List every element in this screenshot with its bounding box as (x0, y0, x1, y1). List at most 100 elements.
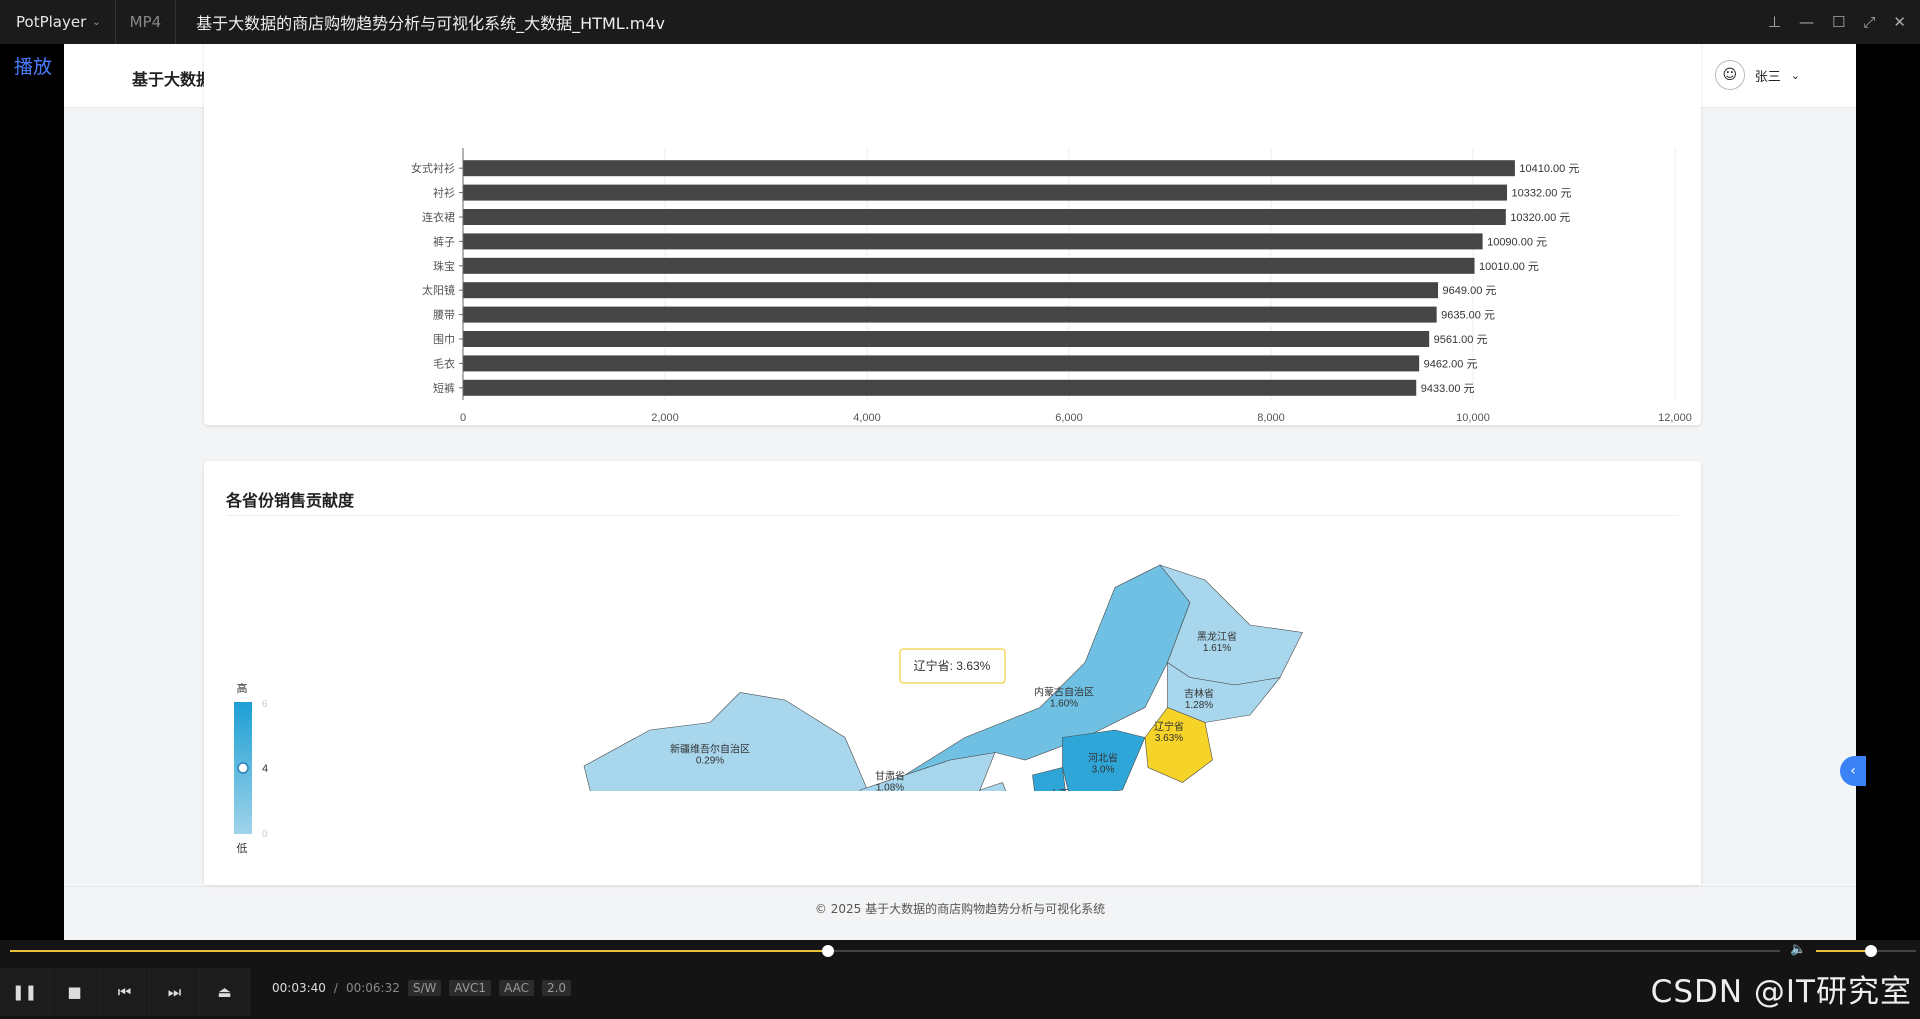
map-clip-mask (204, 791, 1701, 885)
chevron-left-icon: ‹ (1850, 763, 1856, 779)
right-black-strip (1856, 44, 1920, 940)
player-controls: 🔈 ❚❚ ■ ⏮ ⏭ ⏏ 00:03:40 / 00:06:32 S/W AVC… (0, 940, 1920, 1019)
visual-map-legend[interactable]: 高 6 4 0 低 (234, 681, 268, 855)
bar[interactable] (463, 160, 1515, 177)
codec-tag[interactable]: AVC1 (449, 980, 492, 996)
previous-icon: ⏮ (117, 983, 132, 1001)
bar[interactable] (463, 257, 1475, 274)
maximize-icon[interactable]: ☐ (1832, 13, 1845, 31)
category-label: 连衣裙 (422, 210, 455, 224)
legend-current-value: 4 (262, 763, 268, 775)
eject-button[interactable]: ⏏ (200, 968, 250, 1016)
x-tick-label: 10,000 (1456, 412, 1490, 424)
category-label: 毛衣 (433, 356, 455, 370)
bar-value-label: 10410.00 元 (1519, 163, 1579, 175)
bar-value-label: 10010.00 元 (1479, 261, 1539, 273)
bar[interactable] (463, 184, 1508, 201)
time-info: 00:03:40 / 00:06:32 S/W AVC1 AAC 2.0 (272, 980, 572, 996)
user-menu[interactable]: ☺ 张三 ⌄ (1714, 60, 1800, 90)
stop-button[interactable]: ■ (50, 968, 100, 1016)
province-name: 新疆维吾尔自治区 (670, 743, 750, 756)
province-name: 辽宁省 (1154, 720, 1184, 733)
category-label: 太阳镜 (422, 283, 455, 297)
seek-bar-fill (10, 950, 828, 952)
province-name: 内蒙古自治区 (1034, 686, 1094, 699)
bar-value-label: 10320.00 元 (1510, 212, 1570, 224)
divider (64, 886, 1856, 887)
pause-button[interactable]: ❚❚ (0, 968, 50, 1016)
bar[interactable] (463, 306, 1437, 323)
bar-chart: 0 2,000 4,000 6,000 8,000 10,000 12,000 女式衬衫 104… (411, 148, 1692, 424)
pin-icon[interactable]: ⊥ (1768, 13, 1781, 31)
province-shape[interactable] (1159, 564, 1303, 686)
user-name: 张三 (1754, 69, 1781, 85)
bar[interactable] (463, 355, 1420, 372)
province-value: 1.60% (1050, 699, 1078, 710)
bar-value-label: 9433.00 元 (1421, 383, 1475, 395)
seek-bar[interactable] (10, 945, 1780, 957)
province-河北省[interactable]: 河北省3.0% (1062, 729, 1146, 798)
codec-tag[interactable]: 2.0 (541, 980, 572, 996)
previous-button[interactable]: ⏮ (100, 968, 150, 1016)
bar-value-label: 9649.00 元 (1443, 285, 1497, 297)
bar-value-label: 9635.00 元 (1441, 310, 1495, 322)
province-value: 1.28% (1185, 700, 1213, 711)
province-value: 0.29% (696, 756, 724, 767)
volume-slider[interactable] (1816, 945, 1916, 957)
codec-tag[interactable]: AAC (499, 980, 534, 996)
web-page: 基于大数据的商店购物趋势分析与可视化系统 ⌂首页≡商店购物趋势数据◔消费行为分析… (64, 44, 1856, 940)
province-map-card: 各省份销售贡献度 新疆维吾尔自治区0.29%西藏自治区0.15%青海省1.10%… (204, 461, 1701, 885)
side-collapse-button[interactable]: ‹ (1840, 756, 1866, 786)
legend-low-label: 低 (237, 842, 248, 855)
time-total: 00:06:32 (345, 981, 400, 995)
bar[interactable] (463, 209, 1506, 225)
china-map[interactable]: 新疆维吾尔自治区0.29%西藏自治区0.15%青海省1.10%甘肃省1.08%内… (204, 461, 1701, 885)
bar[interactable] (463, 282, 1439, 299)
x-tick-label: 4,000 (853, 412, 881, 424)
bar[interactable] (463, 331, 1430, 347)
format-label: MP4 (116, 0, 177, 44)
bar-value-label: 10090.00 元 (1487, 236, 1547, 248)
chevron-down-icon: ⌄ (1790, 68, 1800, 82)
time-separator: / (333, 981, 338, 995)
time-current: 00:03:40 (272, 981, 326, 995)
chevron-down-icon: ⌄ (92, 16, 101, 28)
minimize-icon[interactable]: — (1799, 13, 1814, 31)
play-side-label: 播放 (14, 56, 53, 78)
next-icon: ⏭ (167, 983, 182, 1001)
eject-icon: ⏏ (217, 983, 232, 1001)
category-label: 衬衫 (433, 187, 455, 200)
legend-bottom-value: 0 (262, 829, 268, 840)
codec-tag[interactable]: S/W (407, 980, 442, 996)
tooltip-text: 辽宁省: 3.63% (914, 658, 991, 673)
bar[interactable] (463, 233, 1483, 250)
province-name: 黑龙江省 (1197, 630, 1237, 643)
left-black-strip: 播放 (0, 44, 64, 940)
page-footer: © 2025 基于大数据的商店购物趋势分析与可视化系统 (814, 902, 1106, 916)
file-title: 基于大数据的商店购物趋势分析与可视化系统_大数据_HTML.m4v (196, 14, 666, 33)
map-tooltip: 辽宁省: 3.63% (899, 648, 1006, 684)
potplayer-menu-button[interactable]: PotPlayer ⌄ (0, 0, 116, 44)
sales-bar-chart-card: 0 2,000 4,000 6,000 8,000 10,000 12,000 女式衬衫 104… (204, 44, 1701, 425)
brand-label: PotPlayer (16, 13, 87, 31)
category-label: 围巾 (433, 332, 455, 346)
volume-fill (1816, 950, 1871, 952)
volume-handle[interactable] (1865, 945, 1877, 957)
province-value: 3.63% (1155, 733, 1183, 744)
next-button[interactable]: ⏭ (150, 968, 200, 1016)
bar[interactable] (463, 379, 1417, 396)
category-label: 短裤 (433, 381, 455, 395)
legend-handle[interactable] (237, 762, 249, 774)
province-name: 甘肃省 (875, 770, 905, 783)
province-黑龙江省[interactable]: 黑龙江省1.61% (1159, 564, 1303, 686)
volume-icon[interactable]: 🔈 (1790, 942, 1806, 957)
watermark: CSDN @IT研究室 (1650, 974, 1912, 1010)
category-label: 珠宝 (433, 259, 455, 273)
fullscreen-icon[interactable]: ⤢ (1863, 13, 1875, 31)
seek-handle[interactable] (821, 945, 834, 957)
legend-top-value: 6 (262, 699, 268, 710)
avatar[interactable]: ☺ (1714, 60, 1745, 90)
bar-value-label: 10332.00 元 (1512, 188, 1572, 200)
close-icon[interactable]: ✕ (1893, 13, 1906, 31)
province-value: 3.0% (1092, 765, 1115, 776)
